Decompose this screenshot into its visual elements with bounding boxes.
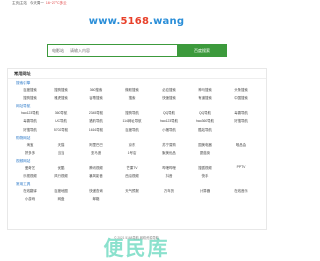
site-link[interactable]: 360搜索 — [90, 87, 102, 92]
category-label: 常用工具 — [16, 181, 31, 186]
temperature-text: 16~27°C多云 — [45, 1, 67, 5]
weather-label: 今天周一 — [29, 1, 44, 5]
site-link[interactable]: 神马搜索 — [198, 87, 212, 92]
site-link[interactable]: PPTV — [237, 165, 246, 169]
search-button[interactable]: 百度搜索 — [177, 44, 227, 57]
site-link[interactable]: QQ导航 — [199, 110, 211, 115]
site-link[interactable]: 百度搜索 — [23, 87, 37, 92]
site-link[interactable]: 中国搜索 — [234, 95, 248, 100]
site-link[interactable]: 哔哩哔哩 — [162, 165, 176, 170]
site-link[interactable]: 有道搜索 — [198, 95, 212, 100]
search-input[interactable] — [70, 45, 170, 56]
site-link[interactable]: 360导航 — [55, 110, 67, 115]
site-link[interactable]: 小猪导航 — [162, 127, 176, 132]
logo-prefix: www. — [88, 16, 121, 27]
site-link[interactable]: 苏宁易购 — [162, 142, 176, 147]
site-link[interactable]: 快手 — [202, 173, 209, 178]
site-link[interactable]: 万年历 — [164, 188, 174, 193]
site-link[interactable]: 风行视频 — [54, 173, 68, 178]
site-link[interactable]: 抖音 — [166, 173, 173, 178]
site-link[interactable]: 百度地图 — [54, 188, 68, 193]
search-category-select[interactable]: 电影站 — [52, 45, 64, 56]
site-link[interactable]: 百度导航 — [125, 127, 139, 132]
site-link[interactable]: 天气预报 — [125, 188, 139, 193]
site-link[interactable]: 头条搜索 — [234, 87, 248, 92]
site-link[interactable]: 在线音乐 — [234, 188, 248, 193]
footer-text: © 2021 5168导航 网络资源导航 — [114, 236, 159, 240]
site-link[interactable]: 阿里巴巴 — [89, 142, 103, 147]
site-link[interactable]: 5702导航 — [54, 127, 68, 132]
site-link[interactable]: 搜狗搜索 — [23, 95, 37, 100]
site-link[interactable]: 当当 — [58, 150, 65, 155]
site-link[interactable]: 芒果TV — [126, 165, 137, 170]
site-link[interactable]: 好搜导航 — [234, 118, 248, 123]
site-link[interactable]: 114网址导航 — [123, 118, 142, 123]
search-bar: 电影站 百度搜索 — [47, 44, 227, 57]
site-link[interactable]: 毒霸导航 — [23, 118, 37, 123]
site-link[interactable]: 唯品会 — [236, 142, 246, 147]
site-link[interactable]: 京东 — [129, 142, 136, 147]
site-link[interactable]: 邮箱 — [93, 196, 100, 201]
home-link[interactable]: 主页|主站 — [12, 1, 27, 5]
site-link[interactable]: hao123导航 — [160, 118, 178, 123]
site-link[interactable]: 搜狐视频 — [198, 165, 212, 170]
site-link[interactable]: 搜索 — [129, 95, 136, 100]
site-link[interactable]: 猎豹导航 — [89, 118, 103, 123]
site-link[interactable]: 蘑菇街 — [200, 150, 210, 155]
site-link[interactable]: 乐视视频 — [23, 173, 37, 178]
site-link[interactable]: UC导航 — [55, 118, 67, 123]
site-link[interactable]: 好搜导航 — [23, 127, 37, 132]
category-label: 搜索引擎 — [16, 81, 31, 85]
site-link[interactable]: 亚马逊 — [91, 150, 101, 155]
site-link[interactable]: hao123导航 — [21, 110, 39, 115]
site-link[interactable]: 在线翻译 — [23, 188, 37, 193]
site-link[interactable]: 搜狗搜索 — [54, 87, 68, 92]
site-link[interactable]: 爱奇艺 — [25, 165, 35, 170]
site-link[interactable]: 拼多多 — [25, 150, 35, 155]
site-link[interactable]: 必应搜索 — [162, 87, 176, 92]
site-link[interactable]: 小游戏 — [25, 196, 35, 201]
category-label: 网址导航 — [16, 104, 31, 109]
site-link[interactable]: 2345导航 — [89, 110, 103, 115]
category-label: 视频网站 — [16, 158, 31, 163]
site-link[interactable]: 毒霸导航 — [234, 110, 248, 115]
site-link[interactable]: 淘宝 — [27, 142, 34, 147]
site-link[interactable]: 谷歌搜索 — [89, 95, 103, 100]
site-link[interactable]: 酷站导航 — [198, 127, 212, 132]
panel-title: 常用网址 — [14, 71, 31, 76]
top-info-bar: 主页|主站 今天周一 16~27°C多云 — [0, 0, 273, 7]
site-link[interactable]: 腾讯视频 — [89, 165, 103, 170]
site-link[interactable]: 暴风影音 — [89, 173, 103, 178]
site-link[interactable]: hao360导航 — [196, 118, 214, 123]
site-link[interactable]: 优酷 — [58, 165, 65, 170]
site-link[interactable]: 1616导航 — [89, 127, 103, 132]
link-directory-panel: 常用网址 搜索引擎 百度搜索 搜狗搜索 360搜索 微软搜索 必应搜索 神马搜索 头条搜索 搜狗… — [7, 68, 267, 230]
site-link[interactable]: 搜狗导航 — [125, 110, 139, 115]
site-link[interactable]: 网盘 — [58, 196, 65, 201]
site-link[interactable]: 快速搜索 — [162, 95, 176, 100]
site-link[interactable]: 1号店 — [128, 150, 137, 155]
site-link[interactable]: 天猫 — [58, 142, 65, 147]
site-link[interactable]: 西瓜视频 — [125, 173, 139, 178]
site-link[interactable]: 雅虎搜索 — [54, 95, 68, 100]
site-link[interactable]: 快递查询 — [89, 188, 103, 193]
site-logo[interactable]: www.5168.wang — [0, 16, 273, 27]
panel-divider — [8, 78, 266, 79]
site-link[interactable]: 聚美优品 — [162, 150, 176, 155]
site-link[interactable]: QQ导航 — [163, 110, 175, 115]
logo-number: 5168 — [120, 16, 150, 27]
category-label: 购物网站 — [16, 135, 31, 140]
site-link[interactable]: 微软搜索 — [125, 87, 139, 92]
site-link[interactable]: 国美电器 — [198, 142, 212, 147]
site-link[interactable]: 计算器 — [200, 188, 210, 193]
logo-suffix: .wang — [149, 16, 185, 27]
